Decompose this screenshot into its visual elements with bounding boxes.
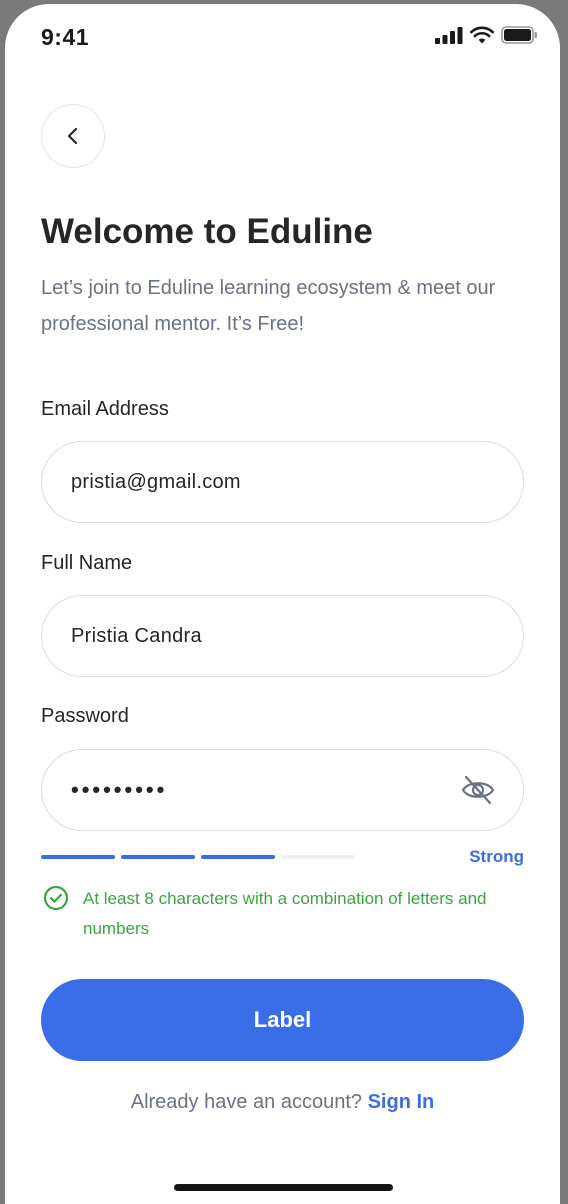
eye-off-icon	[461, 775, 495, 805]
full-name-value: Pristia Candra	[71, 624, 202, 647]
sign-in-prompt-text: Already have an account?	[130, 1091, 363, 1113]
full-name-label: Full Name	[41, 552, 133, 574]
email-label: Email Address	[41, 398, 169, 420]
chevron-left-icon	[67, 127, 78, 145]
password-label: Password	[41, 705, 129, 727]
battery-icon	[501, 26, 537, 44]
cellular-signal-icon	[435, 26, 463, 44]
password-hint-text: At least 8 characters with a combination…	[83, 889, 487, 938]
email-field[interactable]: pristia@gmail.com	[41, 441, 524, 523]
primary-cta-button[interactable]: Label	[41, 979, 524, 1061]
status-time: 9:41	[41, 24, 90, 50]
page-title: Welcome to Eduline	[41, 212, 373, 251]
check-circle-icon	[43, 885, 69, 911]
home-indicator	[174, 1184, 393, 1191]
strength-segment	[281, 855, 355, 859]
password-value: •••••••••	[71, 777, 168, 802]
password-hint: At least 8 characters with a combination…	[43, 885, 533, 944]
password-strength-meter	[41, 855, 355, 859]
back-button[interactable]	[41, 104, 105, 168]
email-value: pristia@gmail.com	[71, 470, 241, 493]
full-name-field[interactable]: Pristia Candra	[41, 595, 524, 677]
wifi-icon	[470, 26, 494, 44]
strength-segment	[121, 855, 195, 859]
password-strength-label: Strong	[469, 847, 524, 866]
strength-segment	[41, 855, 115, 859]
password-field[interactable]: •••••••••	[41, 749, 524, 831]
sign-in-link[interactable]: Sign In	[368, 1091, 435, 1113]
status-icons	[435, 26, 538, 44]
page-subtitle: Let’s join to Eduline learning ecosystem…	[41, 277, 496, 335]
status-bar: 9:41	[5, 4, 560, 74]
sign-in-prompt: Already have an account? Sign In	[5, 1091, 560, 1114]
password-visibility-toggle[interactable]	[461, 774, 495, 811]
phone-screen: 9:41 Welcome to Eduline Let’s join to Ed…	[5, 4, 560, 1204]
strength-segment	[201, 855, 275, 859]
